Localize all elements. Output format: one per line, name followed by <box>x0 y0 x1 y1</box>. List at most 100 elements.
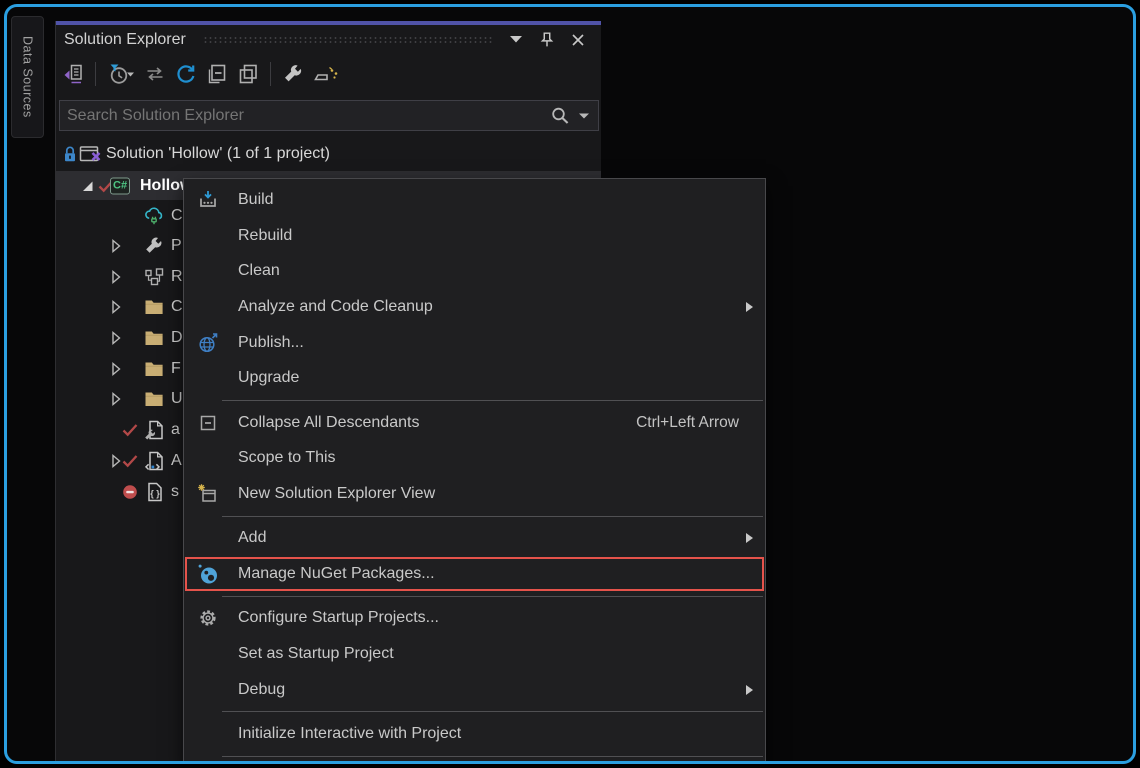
menu-item-build[interactable]: Build <box>184 182 765 218</box>
submenu-arrow-icon <box>746 685 753 695</box>
menu-item-clean[interactable]: Clean <box>184 253 765 289</box>
menu-item-publish[interactable]: Publish... <box>184 325 765 361</box>
build-icon <box>196 188 220 212</box>
tree-item-label: C <box>171 298 183 316</box>
csharp-badge: C# <box>110 177 130 194</box>
csharp-project-icon: C# <box>110 177 130 194</box>
nuget-icon <box>196 562 220 586</box>
panel-titlebar[interactable]: Solution Explorer <box>56 25 601 54</box>
menu-item-label: Analyze and Code Cleanup <box>238 298 433 316</box>
sync-with-active-document-icon[interactable] <box>61 60 85 88</box>
expander-closed-icon[interactable] <box>105 327 127 349</box>
menu-item-add[interactable]: Add <box>184 520 765 556</box>
preview-selected-items-icon[interactable] <box>312 60 340 88</box>
blocked-icon <box>120 482 140 502</box>
menu-item-debug[interactable]: Debug <box>184 672 765 708</box>
tree-item-label: R <box>171 268 183 286</box>
solution-icon <box>78 143 102 165</box>
menu-item-label: Set as Startup Project <box>238 645 394 663</box>
menu-item-upgrade[interactable]: Upgrade <box>184 360 765 396</box>
pin-button[interactable] <box>537 30 557 50</box>
menu-item-configure-startup-projects[interactable]: Configure Startup Projects... <box>184 600 765 636</box>
menu-item-label: Initialize Interactive with Project <box>238 725 461 743</box>
menu-item-manage-nuget-packages[interactable]: Manage NuGet Packages... <box>184 556 765 592</box>
side-tab-label: Data Sources <box>21 36 35 118</box>
menu-item-label: Publish... <box>238 334 304 352</box>
menu-separator <box>184 512 765 521</box>
expander-closed-icon[interactable] <box>105 388 127 410</box>
close-button[interactable] <box>568 30 588 50</box>
toolbar-separator <box>95 62 96 86</box>
menu-item-label: Clean <box>238 262 280 280</box>
menu-separator <box>184 592 765 601</box>
menu-item-initialize-interactive-with-project[interactable]: Initialize Interactive with Project <box>184 716 765 752</box>
show-all-files-icon[interactable] <box>236 60 260 88</box>
menu-item-label: Manage NuGet Packages... <box>238 565 435 583</box>
menu-item-label: Collapse All Descendants <box>238 414 419 432</box>
search-dropdown-icon[interactable] <box>578 112 590 120</box>
search-icon[interactable] <box>549 105 571 127</box>
menu-item-label: Build <box>238 191 274 209</box>
checked-out-icon <box>120 420 140 440</box>
expander-closed-icon[interactable] <box>105 296 127 318</box>
window-position-button[interactable] <box>506 30 526 50</box>
menu-separator <box>184 396 765 405</box>
svg-text:{ }: { } <box>150 489 160 499</box>
tree-row-solution[interactable]: Solution 'Hollow' (1 of 1 project) <box>56 140 601 168</box>
tree-item-label: C <box>171 207 183 225</box>
expander-closed-icon[interactable] <box>105 358 127 380</box>
panel-title: Solution Explorer <box>64 31 186 49</box>
refresh-icon[interactable] <box>174 60 198 88</box>
panel-toolbar <box>56 54 601 94</box>
properties-icon <box>143 235 165 257</box>
menu-item-analyze-and-code-cleanup[interactable]: Analyze and Code Cleanup <box>184 289 765 325</box>
menu-item-label: Debug <box>238 681 285 699</box>
checked-out-icon <box>120 451 140 471</box>
tree-item-label: P <box>171 237 182 255</box>
menu-item-rebuild[interactable]: Rebuild <box>184 218 765 254</box>
menu-item-new-solution-explorer-view[interactable]: New Solution Explorer View <box>184 476 765 512</box>
menu-item-collapse-all-descendants[interactable]: Collapse All Descendants Ctrl+Left Arrow <box>184 405 765 441</box>
tree-item-label: s <box>171 483 179 501</box>
json-file-icon: { } <box>143 481 165 503</box>
menu-item-set-as-startup-project[interactable]: Set as Startup Project <box>184 636 765 672</box>
gear-icon <box>196 606 220 630</box>
menu-item-shortcut: Ctrl+Left Arrow <box>636 414 739 432</box>
folder-icon <box>143 388 165 410</box>
folder-icon <box>143 358 165 380</box>
search-input[interactable] <box>67 107 542 125</box>
solution-label: Solution 'Hollow' (1 of 1 project) <box>106 145 330 163</box>
context-menu: Build Rebuild Clean Analyze and Code Cleanu… <box>183 178 766 764</box>
expander-closed-icon[interactable] <box>105 235 127 257</box>
tree-item-label: A <box>171 452 182 470</box>
pending-changes-filter-icon[interactable] <box>106 60 136 88</box>
folder-icon <box>143 327 165 349</box>
menu-item-scope-to-this[interactable]: Scope to This <box>184 440 765 476</box>
lock-icon <box>60 144 80 164</box>
tree-item-label: U <box>171 390 183 408</box>
connected-services-icon <box>143 205 165 227</box>
menu-separator <box>184 752 765 761</box>
references-icon <box>143 266 165 288</box>
folder-icon <box>143 296 165 318</box>
publish-icon <box>196 331 220 355</box>
collapse-all-icon[interactable] <box>205 60 229 88</box>
menu-item-label: Add <box>238 529 266 547</box>
new-view-icon <box>196 482 220 506</box>
tree-item-label: D <box>171 329 183 347</box>
config-file-icon <box>143 419 165 441</box>
tree-item-label: F <box>171 360 181 378</box>
collapse-descendants-icon <box>196 411 220 435</box>
properties-icon[interactable] <box>281 60 305 88</box>
menu-item-label: Upgrade <box>238 369 299 387</box>
menu-item-label: Rebuild <box>238 227 292 245</box>
side-tab-data-sources[interactable]: Data Sources <box>11 16 44 138</box>
menu-item-label: Configure Startup Projects... <box>238 609 439 627</box>
tree-item-label: a <box>171 421 180 439</box>
search-box[interactable] <box>59 100 599 131</box>
expander-closed-icon[interactable] <box>105 266 127 288</box>
menu-separator <box>184 707 765 716</box>
switch-views-icon[interactable] <box>143 60 167 88</box>
submenu-arrow-icon <box>746 302 753 312</box>
toolbar-separator <box>270 62 271 86</box>
